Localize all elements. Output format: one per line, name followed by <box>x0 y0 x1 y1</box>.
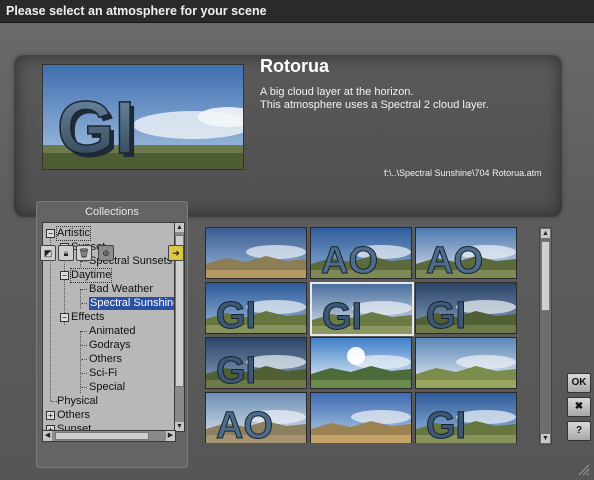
trash-icon[interactable]: 🗑︎ <box>76 245 92 261</box>
arrow-right-icon[interactable]: ➜ <box>168 245 184 261</box>
collections-panel: Collections − Artistic − Sunset Spectral… <box>36 201 188 468</box>
thumbnail-label: GI <box>216 350 256 388</box>
thumbnail-label: GI <box>426 295 466 333</box>
atmosphere-thumbnail[interactable]: AO <box>415 227 517 279</box>
tree-horizontal-scrollbar[interactable]: ◀ ▶ <box>42 430 176 442</box>
preview-image: GI GI <box>42 64 244 170</box>
preview-gi-text: GI <box>57 86 135 169</box>
atmosphere-thumbnail[interactable]: GI <box>415 392 517 443</box>
cancel-button[interactable]: ✖ <box>567 397 591 417</box>
tree-node-artistic[interactable]: Artistic <box>56 226 91 241</box>
grid-scroll-up-icon[interactable]: ▲ <box>541 229 550 238</box>
description-line-1: A big cloud layer at the horizon. <box>260 86 414 98</box>
help-button[interactable]: ? <box>567 421 591 441</box>
disabled-tool-icon: ⊚ <box>98 245 114 261</box>
ok-button[interactable]: OK <box>567 373 591 393</box>
atmosphere-thumbnail[interactable] <box>310 337 412 389</box>
resize-grip-icon[interactable] <box>576 462 590 476</box>
tree-node-bad-weather[interactable]: Bad Weather <box>89 283 153 296</box>
tree-node-animated[interactable]: Animated <box>89 325 135 338</box>
description-line-2: This atmosphere uses a Spectral 2 cloud … <box>260 99 489 111</box>
tree-node-special[interactable]: Special <box>89 381 125 394</box>
collapse-daytime-icon[interactable]: − <box>60 271 69 280</box>
grid-scroll-down-icon[interactable]: ▼ <box>541 434 550 443</box>
tree-node-sci-fi[interactable]: Sci-Fi <box>89 367 117 380</box>
thumbnail-label: AO <box>426 240 483 278</box>
tree-node-others-effects[interactable]: Others <box>89 353 122 366</box>
collapse-artistic-icon[interactable]: − <box>46 229 55 238</box>
thumbnail-label: GI <box>216 295 256 333</box>
collections-header: Collections <box>85 206 139 218</box>
atmosphere-file-path: f:\..\Spectral Sunshine\704 Rotorua.atm <box>384 168 542 178</box>
tree-node-spectral-sunshine[interactable]: Spectral Sunshine <box>89 297 175 310</box>
thumbnail-label: GI <box>426 405 466 443</box>
new-collection-icon[interactable]: ◩ <box>40 245 56 261</box>
grid-scroll-thumb[interactable] <box>541 241 550 311</box>
thumbnail-label: GI <box>322 296 362 334</box>
atmosphere-thumbnail[interactable]: GI <box>415 282 517 334</box>
atmosphere-thumbnail[interactable]: AO <box>205 392 307 443</box>
atmosphere-thumbnail[interactable]: GI <box>205 282 307 334</box>
window-title: Please select an atmosphere for your sce… <box>6 4 267 18</box>
title-bar: Please select an atmosphere for your sce… <box>0 0 594 23</box>
atmosphere-name: Rotorua <box>260 56 329 76</box>
tree-hscroll-thumb[interactable] <box>55 432 149 440</box>
tree-node-daytime[interactable]: Daytime <box>69 268 113 283</box>
atmosphere-grid: AO AO GI GI GI GI AO GI <box>205 227 525 443</box>
tree-node-others[interactable]: Others <box>57 409 90 422</box>
tree-node-effects[interactable]: Effects <box>71 311 104 324</box>
atmosphere-thumbnail[interactable]: GI <box>205 337 307 389</box>
thumbnail-label: AO <box>321 240 378 278</box>
grid-scrollbar[interactable]: ▲ ▼ <box>539 227 552 445</box>
expand-others-icon[interactable]: + <box>46 411 55 420</box>
scroll-right-icon[interactable]: ▶ <box>166 431 175 441</box>
atmosphere-thumbnail[interactable]: AO <box>310 227 412 279</box>
atmosphere-thumbnail[interactable] <box>205 227 307 279</box>
scroll-down-icon[interactable]: ▼ <box>175 422 184 431</box>
atmosphere-thumbnail[interactable]: GI <box>310 282 414 336</box>
scroll-left-icon[interactable]: ◀ <box>43 431 52 441</box>
atmosphere-thumbnail[interactable] <box>310 392 412 443</box>
atmosphere-thumbnail[interactable] <box>415 337 517 389</box>
lock-icon[interactable]: 🔒︎ <box>58 245 74 261</box>
tree-node-godrays[interactable]: Godrays <box>89 339 131 352</box>
tree-node-physical[interactable]: Physical <box>57 395 98 408</box>
atmosphere-description: A big cloud layer at the horizon. This a… <box>260 86 489 112</box>
scroll-up-icon[interactable]: ▲ <box>175 223 184 232</box>
collapse-effects-icon[interactable]: − <box>60 313 69 322</box>
thumbnail-label: AO <box>216 405 273 443</box>
